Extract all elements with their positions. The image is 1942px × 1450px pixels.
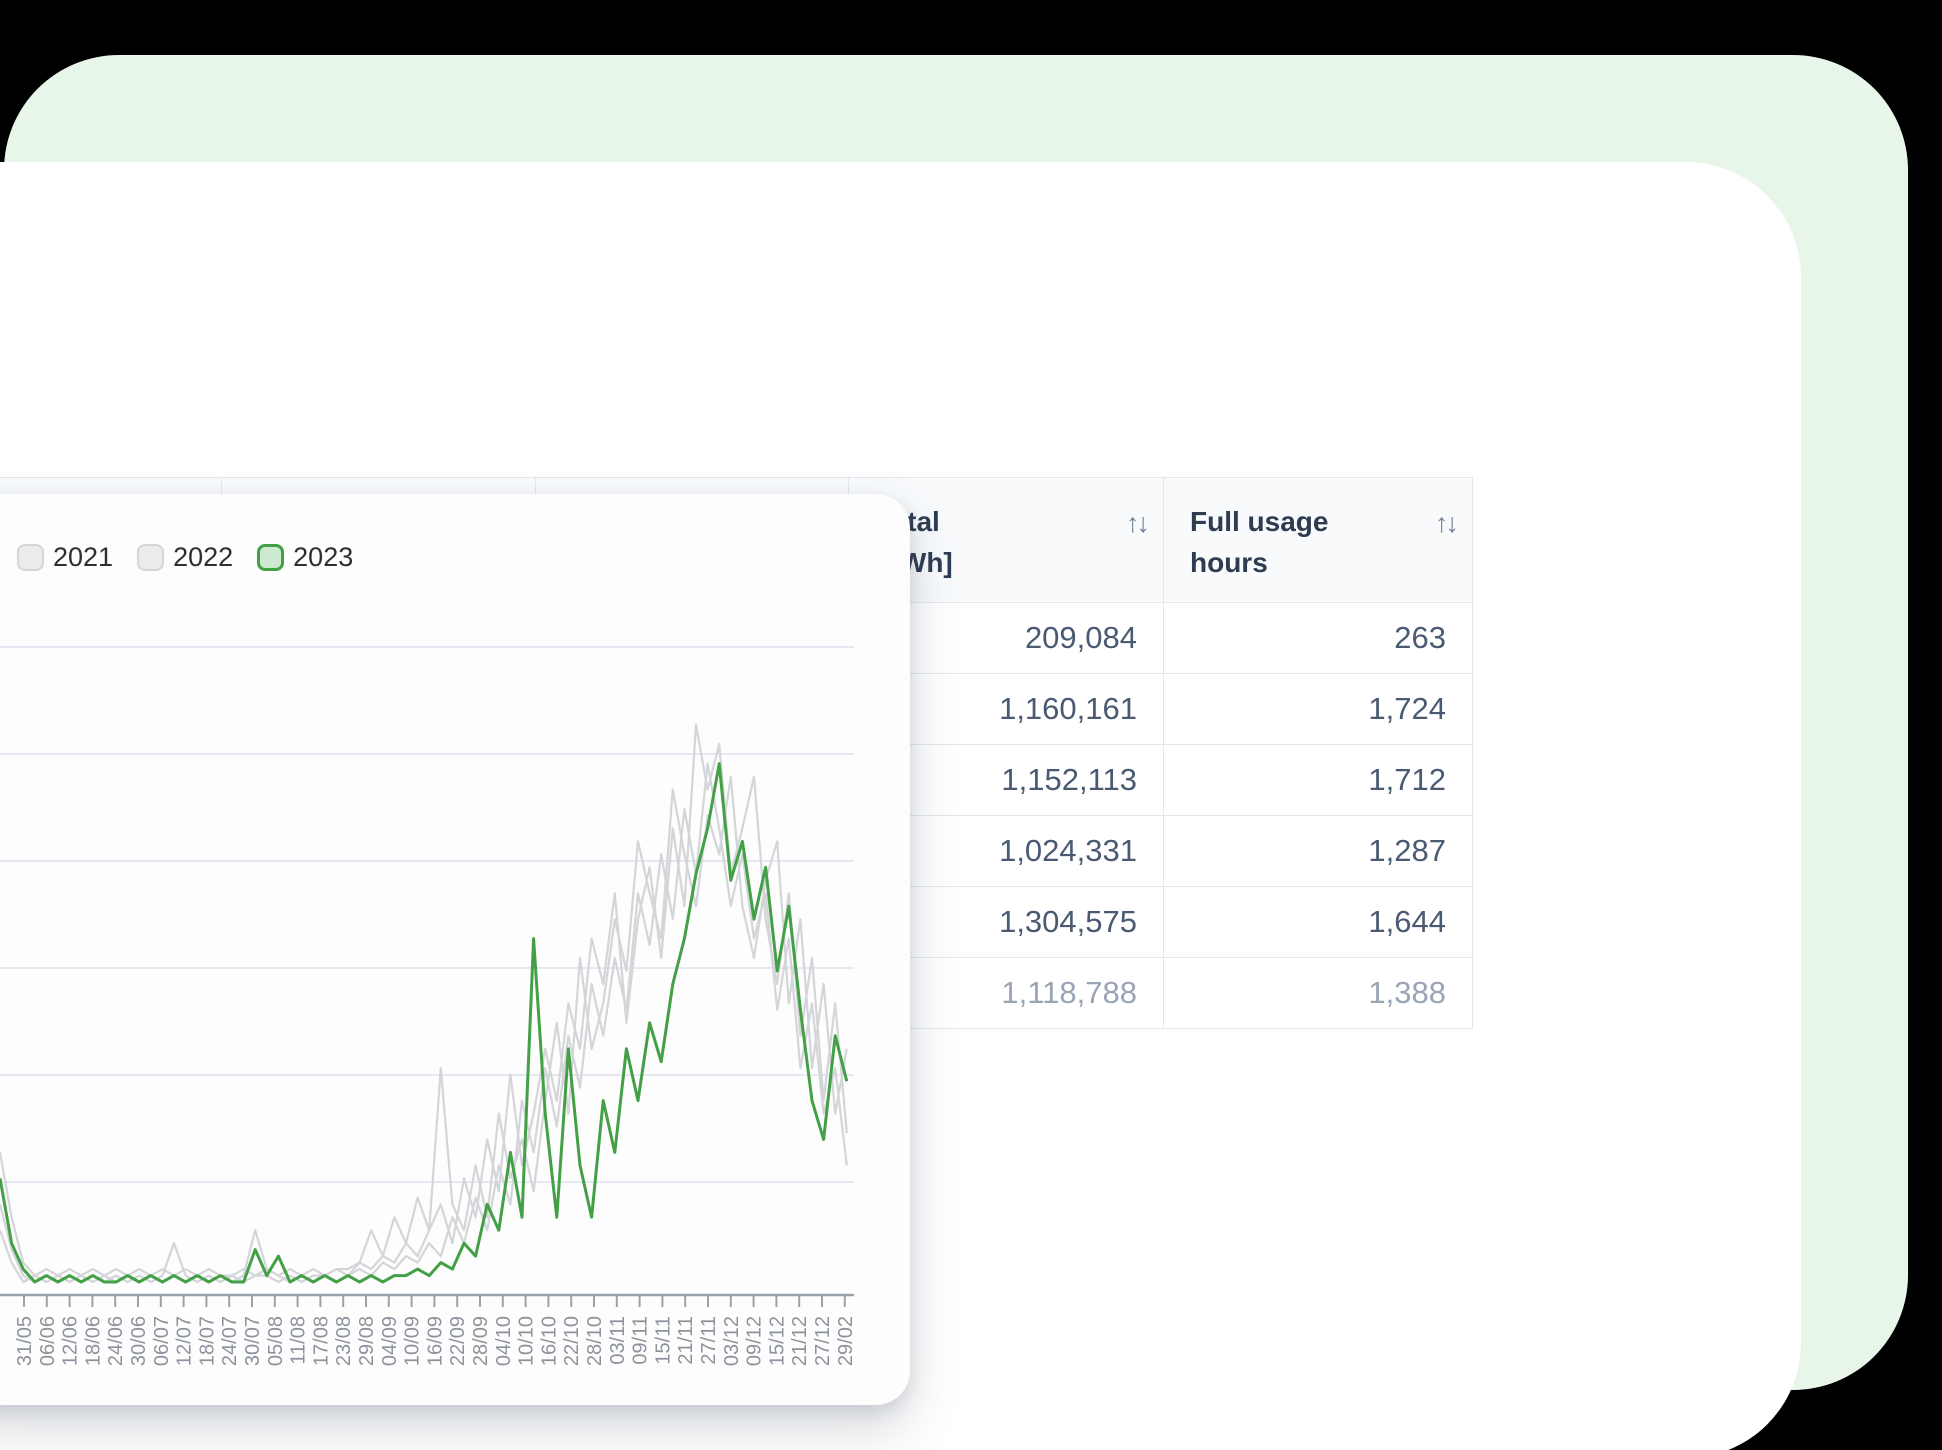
x-axis-label: 12/06 bbox=[60, 1316, 82, 1366]
x-axis-label: 30/06 bbox=[128, 1316, 150, 1366]
sort-icon[interactable]: ↑↓ bbox=[1435, 504, 1459, 543]
x-axis-label: 17/08 bbox=[310, 1316, 332, 1366]
x-axis-label: 04/10 bbox=[493, 1316, 515, 1366]
series-group bbox=[0, 723, 849, 1284]
x-axis-label: 09/11 bbox=[630, 1316, 652, 1365]
x-axis-label: 30/07 bbox=[242, 1316, 264, 1366]
value-cell: 1,388 bbox=[1163, 957, 1473, 1029]
x-axis-label: 31/05 bbox=[14, 1316, 36, 1366]
x-axis-labels-group: 31/05 06/06 12/06 18/06 24/06 30/06 06/07 12/07… bbox=[14, 1316, 857, 1366]
x-axis-group bbox=[0, 1293, 854, 1307]
line-chart: 31/05 06/06 12/06 18/06 24/06 30/06 06/07 12/07… bbox=[0, 646, 857, 1366]
value-cell: 1,287 bbox=[1163, 815, 1473, 887]
x-axis-label: 28/09 bbox=[470, 1316, 492, 1366]
x-axis-label: 21/11 bbox=[675, 1316, 697, 1365]
x-axis-label: 16/09 bbox=[424, 1316, 446, 1366]
x-axis-label: 22/10 bbox=[561, 1316, 583, 1366]
page-background: Year↑↓Lowest[kW]↑↓Highest[kW]↑↓Total[kWh… bbox=[0, 0, 1942, 1450]
column-label: Full usage hours bbox=[1190, 506, 1329, 578]
x-axis-label: 15/11 bbox=[652, 1316, 674, 1365]
x-axis-label: 27/12 bbox=[812, 1316, 834, 1366]
x-axis-label: 29/08 bbox=[356, 1316, 378, 1366]
sort-icon[interactable]: ↑↓ bbox=[1126, 504, 1150, 543]
x-axis-label: 24/07 bbox=[219, 1316, 241, 1366]
x-axis-label: 05/08 bbox=[265, 1316, 287, 1366]
value-cell: 1,724 bbox=[1163, 673, 1473, 745]
x-axis-label: 18/07 bbox=[196, 1316, 218, 1366]
series-line-gray-series-1 bbox=[0, 723, 848, 1277]
series-line-2023 bbox=[0, 762, 849, 1284]
series-line-gray-series-3 bbox=[0, 762, 848, 1284]
x-axis-label: 29/02 bbox=[835, 1316, 857, 1366]
value-cell: 1,644 bbox=[1163, 886, 1473, 958]
x-axis-label: 03/11 bbox=[607, 1316, 629, 1365]
x-axis-label: 03/12 bbox=[721, 1316, 743, 1366]
x-axis-label: 27/11 bbox=[698, 1316, 720, 1365]
x-axis-label: 04/09 bbox=[379, 1316, 401, 1366]
x-axis-label: 10/09 bbox=[402, 1316, 424, 1366]
x-axis-label: 15/12 bbox=[766, 1316, 788, 1366]
x-axis-label: 10/10 bbox=[516, 1316, 538, 1366]
x-axis-label: 16/10 bbox=[538, 1316, 560, 1366]
series-line-gray-series-2 bbox=[0, 775, 848, 1284]
column-header-full-usage-hours[interactable]: Full usage hours ↑↓ bbox=[1163, 477, 1473, 603]
x-axis-label: 06/06 bbox=[37, 1316, 59, 1366]
gridlines-group bbox=[0, 646, 854, 1183]
value-cell: 263 bbox=[1163, 602, 1473, 674]
x-axis-label: 24/06 bbox=[105, 1316, 127, 1366]
x-axis-label: 11/08 bbox=[288, 1316, 310, 1365]
x-axis-label: 09/12 bbox=[744, 1316, 766, 1366]
x-axis-label: 12/07 bbox=[174, 1316, 196, 1366]
x-axis-label: 22/09 bbox=[447, 1316, 469, 1366]
x-axis-label: 23/08 bbox=[333, 1316, 355, 1366]
chart-card: 2021 2022 2023 31/05 06/06 12/06 18/06 24/06 30… bbox=[0, 494, 910, 1405]
x-axis-label: 06/07 bbox=[151, 1316, 173, 1366]
x-axis-label: 21/12 bbox=[789, 1316, 811, 1366]
value-cell: 1,712 bbox=[1163, 744, 1473, 816]
x-axis-label: 18/06 bbox=[82, 1316, 104, 1366]
x-axis-label: 28/10 bbox=[584, 1316, 606, 1366]
